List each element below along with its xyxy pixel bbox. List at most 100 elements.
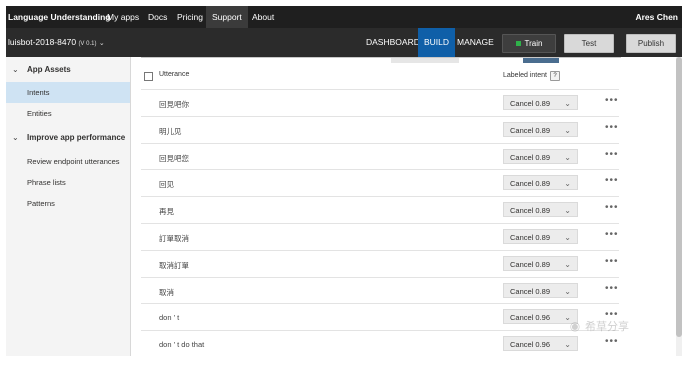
chevron-down-icon: ⌄ (564, 286, 571, 296)
utterance-text[interactable]: don ' t do that (159, 340, 204, 349)
intent-dropdown[interactable]: Cancel 0.96 ⌄ (503, 336, 578, 352)
sidebar-group-label: Improve app performance (27, 133, 126, 142)
chevron-down-icon: ⌄ (564, 206, 571, 216)
column-header-labeled-intent[interactable]: Labeled intent? (503, 71, 560, 81)
intent-dropdown[interactable]: Cancel 0.89 ⌄ (503, 175, 578, 191)
test-button[interactable]: Test (564, 34, 614, 53)
utterance-text[interactable]: 取消訂單 (159, 260, 189, 271)
utterance-text[interactable]: 訂單取消 (159, 233, 189, 244)
row-divider (141, 249, 619, 251)
row-divider (141, 196, 619, 198)
sidebar-item-entities[interactable]: Entities (6, 103, 130, 124)
intent-label: Cancel 0.89 (510, 233, 551, 242)
chevron-down-icon: ⌄ (564, 179, 571, 189)
intent-label: Cancel 0.89 (510, 206, 551, 216)
scrollbar-thumb[interactable] (676, 57, 682, 337)
nav-about[interactable]: About (246, 6, 280, 28)
help-icon[interactable]: ? (549, 71, 560, 81)
nav-support[interactable]: Support (206, 6, 248, 28)
sidebar-group-app-assets[interactable]: ⌄ App Assets (6, 59, 130, 80)
intent-label: Cancel 0.89 (510, 125, 551, 135)
app-selector[interactable]: luisbot-2018-8470 (V 0.1) ⌄ (8, 28, 105, 59)
intent-dropdown[interactable]: Cancel 0.89 ⌄ (503, 148, 578, 164)
nav-my-apps[interactable]: My apps (101, 6, 145, 28)
more-options-icon[interactable]: ••• (605, 202, 619, 213)
row-divider (141, 303, 619, 305)
train-status-icon (515, 41, 521, 47)
utterance-text[interactable]: don ' t (159, 313, 179, 322)
nav-pricing[interactable]: Pricing (171, 6, 209, 28)
row-divider (141, 223, 619, 224)
user-name[interactable]: Ares Chen (635, 6, 678, 28)
chevron-down-icon: ⌄ (12, 65, 19, 74)
chevron-down-icon: ⌄ (564, 125, 571, 135)
intent-dropdown[interactable]: Cancel 0.89 ⌄ (503, 282, 578, 298)
more-options-icon[interactable]: ••• (605, 95, 619, 106)
tab-manage[interactable]: MANAGE (457, 28, 494, 57)
train-label: Train (524, 39, 543, 48)
utterance-table: Utterance Labeled intent? 回見吧你 Cancel 0.8… (131, 57, 687, 356)
scrollbar[interactable] (676, 57, 682, 356)
intent-label: Cancel 0.89 (510, 259, 551, 269)
intent-dropdown[interactable]: Cancel 0.89 ⌄ (503, 229, 578, 244)
more-options-icon[interactable]: ••• (605, 175, 619, 186)
sidebar-item-phrase-lists[interactable]: Phrase lists (6, 172, 130, 193)
column-header-utterance[interactable]: Utterance (159, 71, 189, 78)
top-nav: Language Understanding My apps Docs Pric… (6, 6, 682, 28)
intent-dropdown[interactable]: Cancel 0.89 ⌄ (503, 121, 578, 137)
wechat-icon: ◉ (569, 319, 581, 333)
row-divider (141, 276, 619, 278)
brand-link[interactable]: Language Understanding (8, 6, 110, 28)
tab-build[interactable]: BUILD (418, 28, 456, 57)
utterance-text[interactable]: 回見吧您 (159, 153, 189, 164)
publish-button[interactable]: Publish (626, 34, 676, 53)
intent-label: Cancel 0.89 (510, 152, 551, 162)
row-divider (141, 330, 619, 332)
chevron-down-icon: ⌄ (564, 233, 571, 242)
row-divider (141, 169, 619, 171)
intent-label: Cancel 0.89 (510, 179, 551, 189)
chevron-down-icon: ⌄ (564, 99, 571, 108)
intent-dropdown[interactable]: Cancel 0.89 ⌄ (503, 202, 578, 218)
utterance-text[interactable]: 再見 (159, 206, 174, 217)
utterance-text[interactable]: 回見吧你 (159, 99, 189, 110)
row-divider (141, 89, 619, 90)
app-name: luisbot-2018-8470 (8, 37, 77, 47)
chevron-down-icon: ⌄ (12, 133, 19, 142)
sidebar-group-improve[interactable]: ⌄ Improve app performance (6, 127, 130, 148)
sidebar-item-intents[interactable]: Intents (6, 82, 130, 103)
intent-label: Cancel 0.89 (510, 286, 551, 296)
intent-label: Cancel 0.96 (510, 340, 551, 350)
app-bar: luisbot-2018-8470 (V 0.1) ⌄ DASHBOARD BU… (6, 28, 682, 57)
utterance-text[interactable]: 取消 (159, 287, 174, 298)
more-options-icon[interactable]: ••• (605, 229, 619, 240)
nav-docs[interactable]: Docs (142, 6, 173, 28)
sidebar-group-label: App Assets (27, 65, 71, 74)
chevron-down-icon: ⌄ (564, 340, 571, 350)
intent-label: Cancel 0.89 (510, 99, 551, 108)
watermark: ◉ 希草分享 (565, 318, 629, 334)
intent-dropdown[interactable]: Cancel 0.89 ⌄ (503, 255, 578, 271)
more-options-icon[interactable]: ••• (605, 256, 619, 267)
tab-dashboard[interactable]: DASHBOARD (366, 28, 420, 57)
utterance-text[interactable]: 回见 (159, 179, 174, 190)
more-options-icon[interactable]: ••• (605, 122, 619, 133)
watermark-text: 希草分享 (585, 321, 629, 333)
app-version: (V 0.1) (78, 41, 97, 47)
column-header-label: Labeled intent (503, 72, 547, 79)
chevron-down-icon: ⌄ (564, 152, 571, 162)
sidebar-item-patterns[interactable]: Patterns (6, 193, 130, 214)
more-options-icon[interactable]: ••• (605, 283, 619, 294)
sidebar: ⌄ App Assets Intents Entities ⌄ Improve … (6, 57, 131, 356)
utterance-text[interactable]: 明儿见 (159, 126, 182, 137)
more-options-icon[interactable]: ••• (605, 336, 619, 347)
chevron-down-icon: ⌄ (564, 259, 571, 269)
train-button[interactable]: Train (502, 34, 556, 53)
sidebar-item-review-endpoint-utterances[interactable]: Review endpoint utterances (6, 151, 130, 172)
chevron-down-icon: ⌄ (98, 40, 105, 47)
row-divider (141, 142, 619, 144)
more-options-icon[interactable]: ••• (605, 149, 619, 160)
intent-dropdown[interactable]: Cancel 0.89 ⌄ (503, 95, 578, 110)
select-all-checkbox[interactable] (144, 72, 153, 81)
divider (141, 57, 621, 58)
